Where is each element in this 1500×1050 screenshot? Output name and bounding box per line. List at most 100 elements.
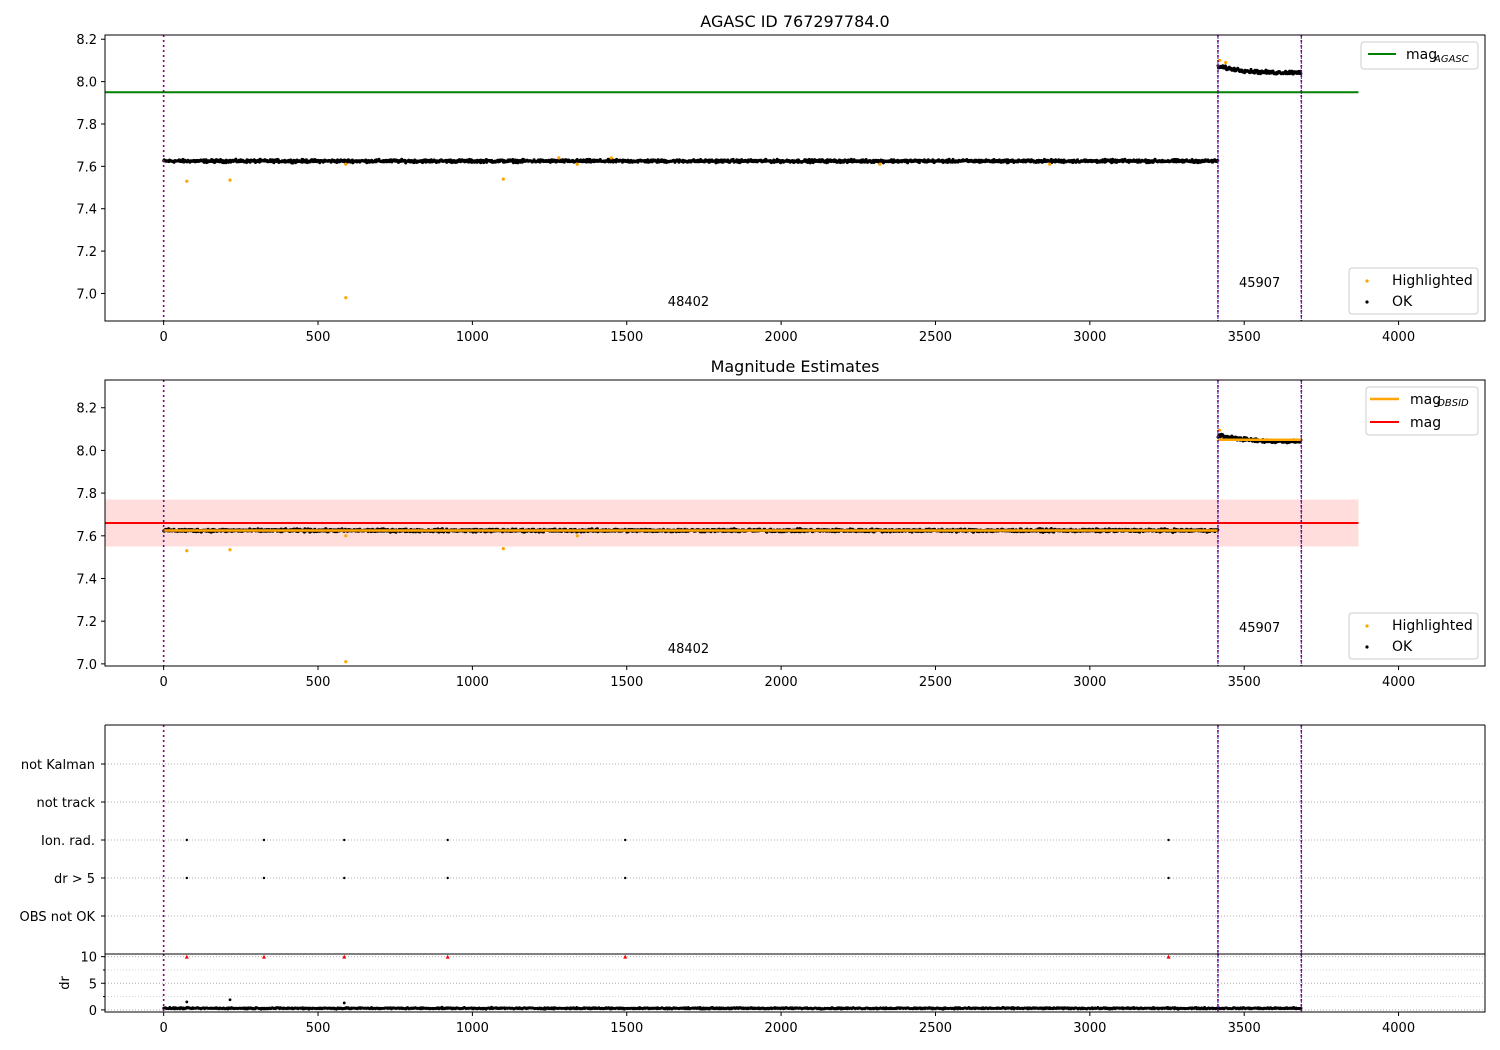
- x-tick-label: 2000: [765, 1021, 798, 1036]
- figure: AGASC ID 767297784.0 0 500 1000 1500 2000 250…: [0, 0, 1500, 1050]
- y-tick-label: 7.8: [76, 118, 97, 133]
- x-tick-label: 500: [306, 1021, 331, 1036]
- highlighted-point: [185, 179, 189, 183]
- highlighted-point: [557, 156, 561, 160]
- legend-mag: mag OBSID mag: [1365, 386, 1479, 436]
- x-tick-label: 3500: [1228, 330, 1261, 345]
- x-tick-label: 4000: [1382, 1021, 1415, 1036]
- panel-mag-title: Magnitude Estimates: [711, 357, 880, 376]
- obsid-label-48402: 48402: [668, 642, 709, 657]
- highlighted-point: [609, 156, 613, 160]
- highlighted-point: [1224, 60, 1228, 65]
- flag-row-label: Ion. rad.: [41, 834, 95, 849]
- x-tick-label: 1000: [456, 330, 489, 345]
- flag-row-label: not track: [36, 796, 95, 811]
- legend-label-highlighted: Highlighted: [1392, 273, 1473, 289]
- flag-row-label: dr > 5: [54, 872, 95, 887]
- x-tick-label: 1500: [610, 330, 643, 345]
- legend-label-ok: OK: [1392, 294, 1413, 310]
- flag-event-point: [1167, 876, 1170, 880]
- y-tick-label: 7.8: [76, 487, 97, 502]
- legend-label-sub-obsid: OBSID: [1437, 398, 1469, 409]
- flag-event-point: [343, 838, 346, 842]
- y-tick-label: 8.2: [76, 402, 97, 417]
- y-tick-label: 7.0: [76, 287, 97, 302]
- highlighted-point: [575, 534, 579, 538]
- x-tick-label: 3500: [1228, 1021, 1261, 1036]
- y-tick-label: 7.2: [76, 245, 97, 260]
- highlighted-point: [878, 162, 882, 166]
- obsid-label-45907: 45907: [1239, 621, 1280, 636]
- highlighted-point: [501, 177, 505, 181]
- legend-label-mag: mag: [1410, 415, 1441, 431]
- y-tick-label: 7.4: [76, 572, 97, 587]
- y-tick-label: 8.0: [76, 76, 97, 91]
- flag-row-label: not Kalman: [21, 758, 95, 773]
- y-tick-label: 8.0: [76, 444, 97, 459]
- flag-event-point: [1167, 838, 1170, 842]
- highlighted-point: [501, 547, 505, 551]
- highlighted-point: [575, 162, 579, 166]
- flag-event-point: [185, 838, 189, 842]
- highlighted-point: [344, 162, 348, 166]
- y-tick-label: 0: [89, 1004, 97, 1019]
- flag-event-point: [446, 876, 449, 880]
- legend-label-ok: OK: [1392, 639, 1413, 655]
- highlighted-point: [228, 548, 232, 552]
- highlighted-point: [344, 296, 348, 300]
- legend-mag-agasc: mag AGASC: [1360, 41, 1479, 70]
- y-tick-label: 7.4: [76, 203, 97, 218]
- x-tick-label: 4000: [1382, 330, 1415, 345]
- legend-marker-highlighted: [1365, 624, 1369, 628]
- highlighted-point: [185, 549, 189, 553]
- legend-marker-highlighted: [1365, 279, 1369, 283]
- legend-label-highlighted: Highlighted: [1392, 618, 1473, 634]
- x-tick-label: 2500: [919, 1021, 952, 1036]
- x-tick-label: 3500: [1228, 675, 1261, 690]
- highlighted-point: [1048, 162, 1052, 166]
- y-tick-label: 7.6: [76, 160, 97, 175]
- legend-label-sub-agasc: AGASC: [1433, 54, 1469, 65]
- legend-highlighted-ok: Highlighted OK: [1348, 612, 1479, 660]
- obsid-label-45907: 45907: [1239, 276, 1280, 291]
- x-tick-label: 500: [306, 330, 331, 345]
- x-tick-label: 1500: [610, 1021, 643, 1036]
- x-tick-label: 2000: [765, 330, 798, 345]
- x-tick-label: 500: [306, 675, 331, 690]
- obsid-label-48402: 48402: [668, 295, 709, 310]
- highlighted-point: [228, 178, 232, 182]
- x-tick-label: 1000: [456, 1021, 489, 1036]
- flag-event-point: [624, 838, 627, 842]
- y-tick-label: 10: [80, 951, 97, 966]
- flag-event-point: [446, 838, 449, 842]
- legend-marker-ok: [1365, 300, 1369, 304]
- y-tick-label: 7.2: [76, 615, 97, 630]
- legend-highlighted-ok: Highlighted OK: [1348, 267, 1479, 315]
- highlighted-point: [344, 660, 348, 664]
- y-tick-label: 7.6: [76, 530, 97, 545]
- x-tick-label: 1000: [456, 675, 489, 690]
- y-tick-label: 7.0: [76, 658, 97, 673]
- flag-event-point: [185, 876, 189, 880]
- flag-row-label: OBS not OK: [20, 910, 96, 925]
- flag-event-point: [262, 838, 266, 842]
- x-tick-label: 0: [160, 675, 168, 690]
- x-tick-label: 4000: [1382, 675, 1415, 690]
- x-tick-label: 1500: [610, 675, 643, 690]
- x-tick-label: 3000: [1073, 330, 1106, 345]
- y-tick-label: 5: [89, 977, 97, 992]
- legend-label-mag: mag: [1406, 47, 1437, 63]
- flag-event-point: [262, 876, 266, 880]
- y-tick-label: 8.2: [76, 33, 97, 48]
- highlighted-point: [344, 534, 348, 538]
- x-tick-label: 2500: [919, 675, 952, 690]
- flag-event-point: [343, 876, 346, 880]
- legend-marker-ok: [1365, 645, 1369, 649]
- flag-event-point: [624, 876, 627, 880]
- x-tick-label: 2500: [919, 330, 952, 345]
- panel-agasc-title: AGASC ID 767297784.0: [700, 12, 889, 31]
- x-tick-label: 3000: [1073, 1021, 1106, 1036]
- x-tick-label: 0: [160, 1021, 168, 1036]
- x-tick-label: 3000: [1073, 675, 1106, 690]
- x-tick-label: 0: [160, 330, 168, 345]
